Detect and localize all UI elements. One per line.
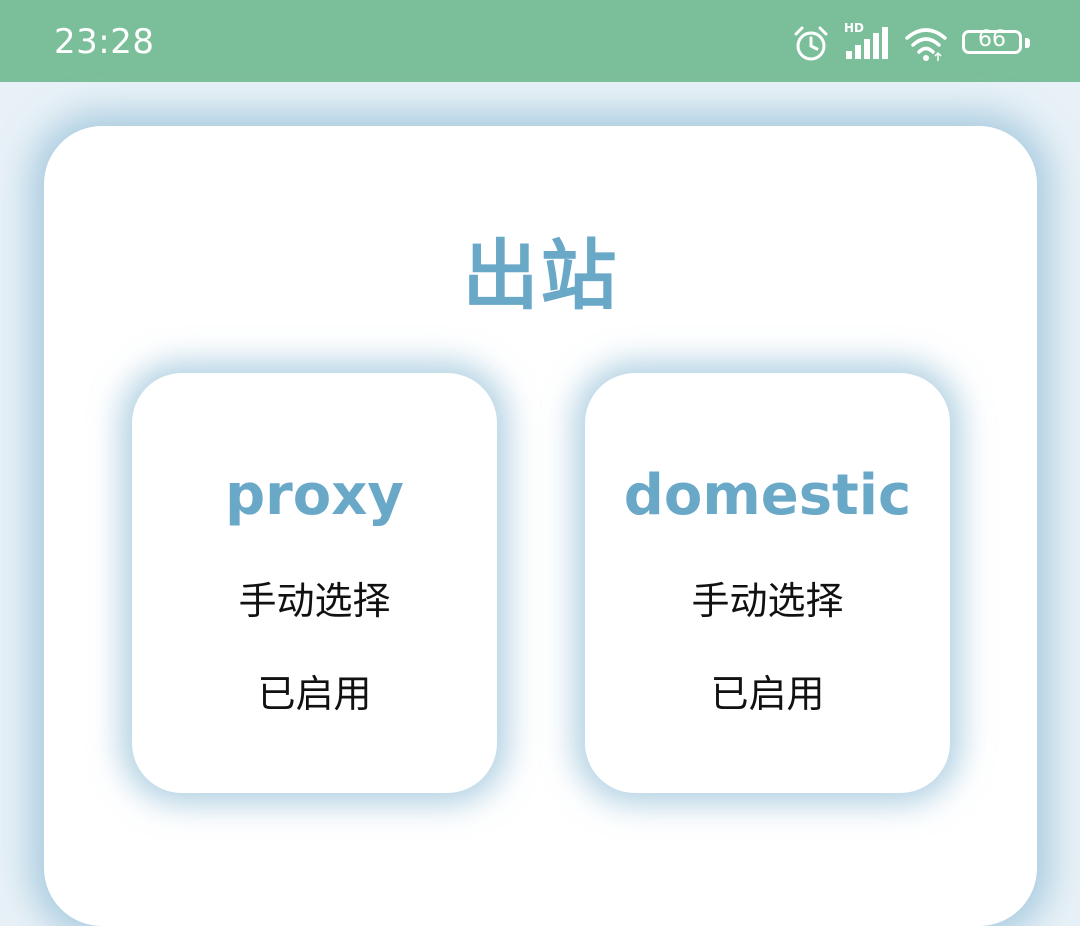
outbound-mode: 手动选择 — [238, 579, 391, 623]
battery-cap — [1025, 38, 1030, 48]
status-icons: HD 66 — [792, 21, 1030, 64]
outbound-card-proxy[interactable]: proxy 手动选择 已启用 — [132, 373, 497, 793]
outbound-status: 已启用 — [710, 672, 825, 716]
status-bar: 23:28 HD 66 — [0, 0, 1080, 82]
outbound-panel: 出站 proxy 手动选择 已启用 domestic 手动选择 已启用 — [44, 126, 1037, 926]
battery-level: 66 — [978, 27, 1006, 52]
outbound-name: proxy — [225, 463, 404, 528]
wifi-icon — [904, 25, 948, 63]
alarm-icon — [792, 25, 830, 63]
page-title: 出站 — [462, 231, 619, 320]
status-time: 23:28 — [54, 22, 155, 62]
outbound-mode: 手动选择 — [691, 579, 844, 623]
battery-icon: 66 — [962, 27, 1030, 58]
outbound-status: 已启用 — [257, 672, 372, 716]
outbound-name: domestic — [623, 463, 912, 528]
outbound-card-domestic[interactable]: domestic 手动选择 已启用 — [585, 373, 950, 793]
signal-icon: HD — [844, 21, 890, 63]
